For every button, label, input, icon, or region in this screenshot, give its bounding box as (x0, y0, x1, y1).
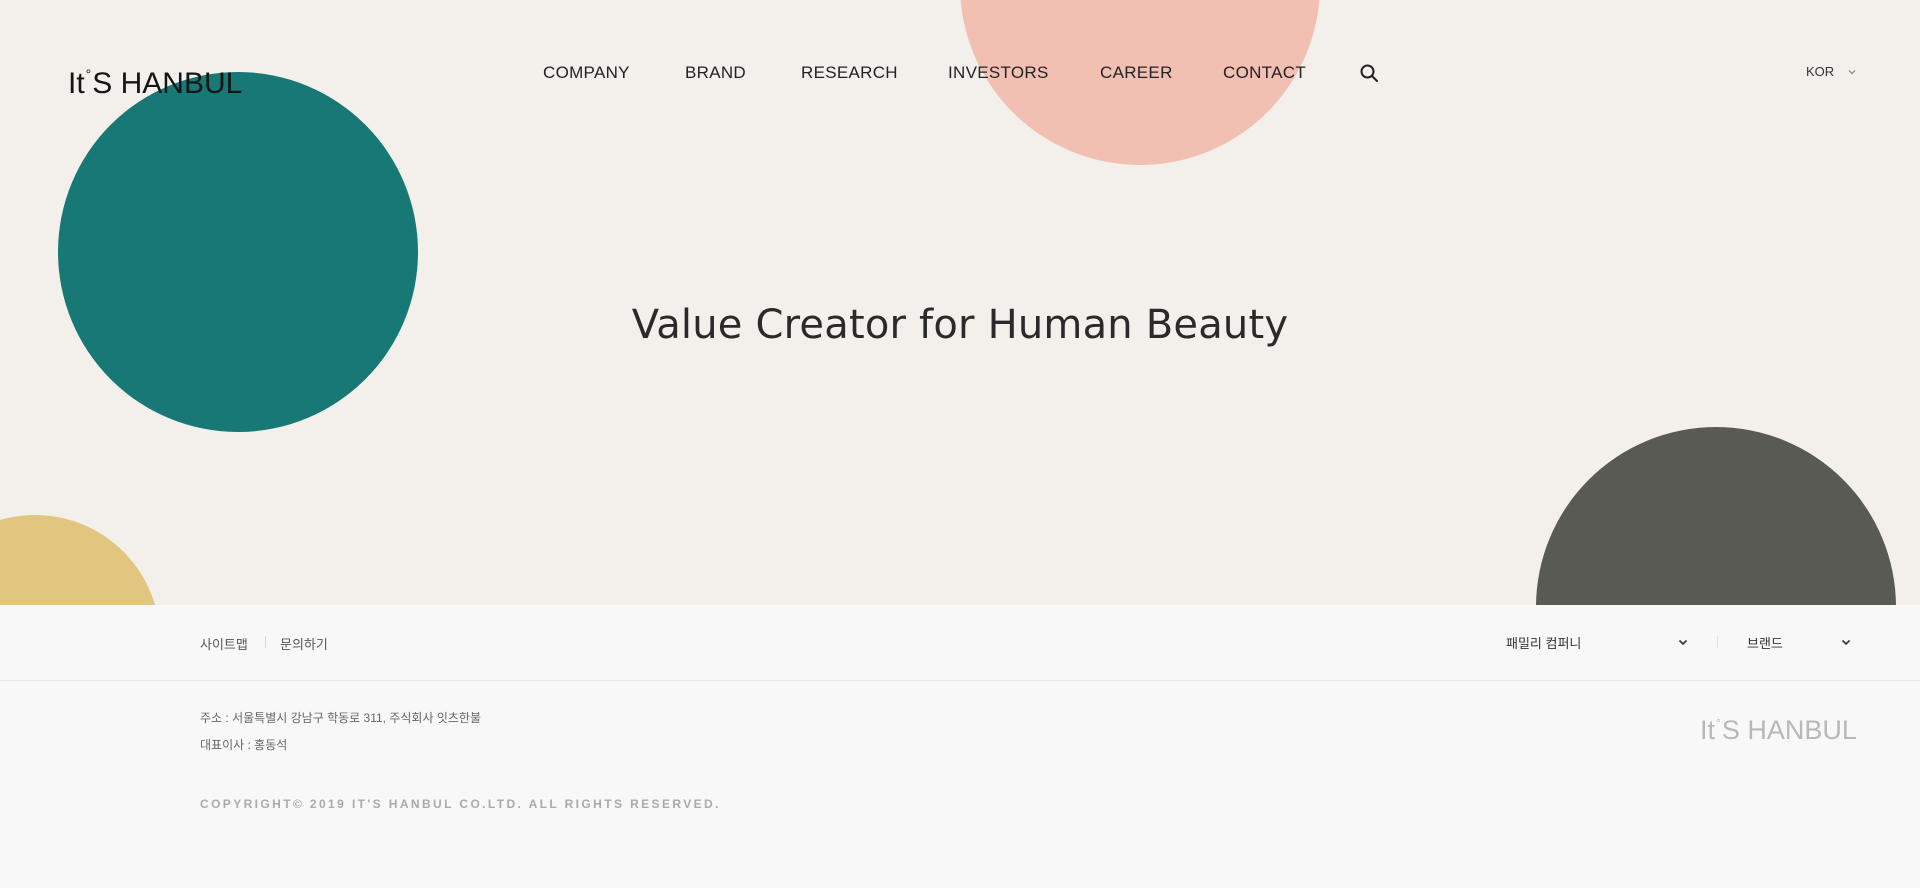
yellow-circle-decoration (0, 515, 160, 605)
company-ceo: 대표이사 : 홍동석 (200, 738, 288, 752)
nav-investors[interactable]: INVESTORS (948, 62, 1049, 84)
logo-prefix: It (68, 67, 85, 100)
footer-logo-prefix: It (1700, 715, 1716, 745)
language-select[interactable]: KOR (1806, 64, 1856, 79)
sitemap-link[interactable]: 사이트맵 (200, 634, 248, 653)
language-label: KOR (1806, 64, 1835, 79)
logo-suffix: S HANBUL (92, 67, 243, 100)
gray-circle-decoration (1536, 427, 1896, 605)
footer-logo-degree: ° (1716, 716, 1721, 730)
inquiry-link[interactable]: 문의하기 (280, 634, 328, 653)
nav-brand[interactable]: BRAND (685, 62, 746, 84)
select-divider (1717, 636, 1718, 648)
nav-research[interactable]: RESEARCH (801, 62, 898, 84)
logo-degree: ° (85, 66, 92, 82)
brand-select[interactable]: 브랜드 (1747, 633, 1851, 652)
nav-company[interactable]: COMPANY (543, 62, 630, 84)
family-company-select[interactable]: 패밀리 컴퍼니 (1506, 633, 1688, 652)
nav-contact[interactable]: CONTACT (1223, 62, 1306, 84)
footer-logo: It°S HANBUL (1700, 706, 1857, 747)
nav-career[interactable]: CAREER (1100, 62, 1173, 84)
hero-section: It°S HANBUL COMPANY BRAND RESEARCH INVES… (0, 0, 1920, 605)
copyright-text: COPYRIGHT© 2019 IT'S HANBUL CO.LTD. ALL … (200, 797, 721, 811)
footer-logo-suffix: S HANBUL (1721, 715, 1857, 745)
chevron-down-icon (1678, 639, 1688, 646)
footer-top-bar: 사이트맵 문의하기 패밀리 컴퍼니 브랜드 (0, 605, 1920, 681)
search-icon[interactable] (1359, 63, 1379, 83)
hero-headline: Value Creator for Human Beauty (631, 302, 1289, 348)
company-address: 주소 : 서울특별시 강남구 학동로 311, 주식회사 잇츠한불 (200, 711, 481, 725)
brand-select-label: 브랜드 (1747, 636, 1783, 651)
chevron-down-icon (1841, 639, 1851, 646)
teal-circle-decoration (58, 72, 418, 432)
family-company-label: 패밀리 컴퍼니 (1506, 636, 1582, 651)
footer-link-divider (265, 636, 266, 648)
site-logo[interactable]: It°S HANBUL (68, 56, 242, 102)
chevron-down-icon (1848, 69, 1856, 74)
